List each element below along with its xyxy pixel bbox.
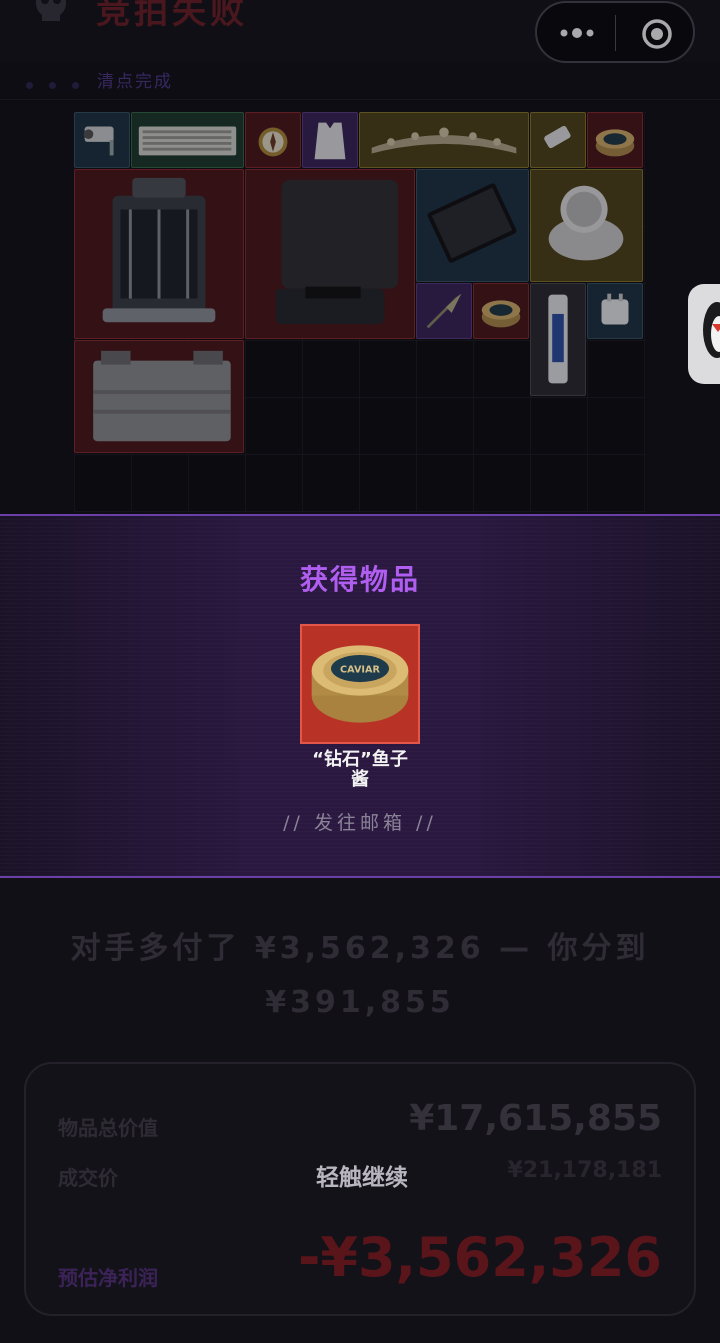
clear-done-label: 清点完成 — [97, 72, 173, 92]
top-bar: 竞拍失败 — [0, 0, 720, 63]
usb-drive-icon — [544, 125, 571, 149]
close-miniapp-icon[interactable] — [641, 18, 673, 50]
item-keyboard[interactable] — [131, 112, 244, 168]
inventory-grid — [74, 112, 646, 512]
net-profit-label: 预估净利润 — [58, 1266, 158, 1290]
svg-text:CAVIAR: CAVIAR — [340, 664, 380, 675]
tablet-icon — [427, 183, 517, 263]
obtained-item-panel[interactable]: 获得物品 CAVIAR “钻石”鱼子 酱 // 发往邮箱 // — [0, 514, 720, 878]
penguin-icon — [703, 302, 720, 358]
item-usb-drive[interactable] — [530, 112, 586, 168]
vest-icon — [314, 122, 346, 160]
tap-to-continue[interactable]: 轻触继续 — [26, 1158, 698, 1192]
more-menu-icon[interactable] — [559, 26, 595, 40]
total-value-label: 物品总价值 — [58, 1116, 158, 1140]
keyboard-icon — [138, 126, 237, 156]
tube-icon — [548, 294, 568, 384]
capsule-divider — [615, 15, 616, 51]
item-robot-vacuum[interactable] — [245, 169, 415, 339]
item-caviar-small[interactable] — [587, 112, 643, 168]
compass-icon — [258, 127, 288, 157]
payout-summary-line2: ¥391,855 — [265, 985, 455, 1020]
skull-icon — [36, 0, 66, 21]
reactor-icon — [102, 177, 216, 323]
device-icon — [548, 185, 624, 261]
obtained-item-name-line2: 酱 — [351, 769, 369, 790]
progress-dots — [26, 74, 95, 93]
net-profit-amount: -¥3,562,326 — [297, 1226, 662, 1289]
obtained-item-name: “钻石”鱼子 酱 — [290, 750, 430, 790]
battery-icon — [93, 350, 231, 442]
item-security-camera[interactable] — [74, 112, 130, 168]
caviar-tin-icon: CAVIAR — [311, 645, 409, 723]
security-camera-icon — [83, 126, 114, 156]
item-caviar-small-2[interactable] — [473, 283, 529, 339]
item-vest[interactable] — [302, 112, 358, 168]
item-tube[interactable] — [530, 283, 586, 396]
miniapp-capsule — [535, 1, 695, 63]
sent-to-mailbox-label: // 发往邮箱 // — [283, 812, 437, 834]
total-value-amount: ¥17,615,855 — [409, 1098, 662, 1139]
side-floating-tab[interactable] — [688, 284, 720, 384]
caviar-icon — [595, 129, 635, 157]
item-adapter[interactable] — [587, 283, 643, 339]
obtained-item-name-line1: “钻石”鱼子 — [312, 749, 408, 770]
obtained-title: 获得物品 — [299, 563, 420, 596]
tiara-icon — [371, 127, 517, 154]
item-reactor[interactable] — [74, 169, 244, 339]
price-breakdown-card[interactable]: 物品总价值 ¥17,615,855 成交价 ¥21,178,181 轻触继续 预… — [24, 1062, 696, 1316]
item-tablet[interactable] — [416, 169, 529, 282]
obtained-item-card: CAVIAR — [300, 624, 420, 744]
item-battery[interactable] — [74, 340, 244, 453]
adapter-icon — [601, 293, 629, 325]
auction-failed-title: 竞拍失败 — [96, 0, 248, 32]
caviar-icon — [481, 300, 521, 328]
spearhead-icon — [426, 293, 462, 329]
item-compass[interactable] — [245, 112, 301, 168]
payout-summary: 对手多付了 ¥3,562,326 — 你分到 ¥391,855 — [40, 922, 680, 1030]
item-device[interactable] — [530, 169, 643, 282]
robot-vacuum-icon — [275, 179, 399, 325]
item-spearhead[interactable] — [416, 283, 472, 339]
payout-summary-line1: 对手多付了 ¥3,562,326 — 你分到 — [70, 931, 650, 966]
item-tiara[interactable] — [359, 112, 529, 168]
